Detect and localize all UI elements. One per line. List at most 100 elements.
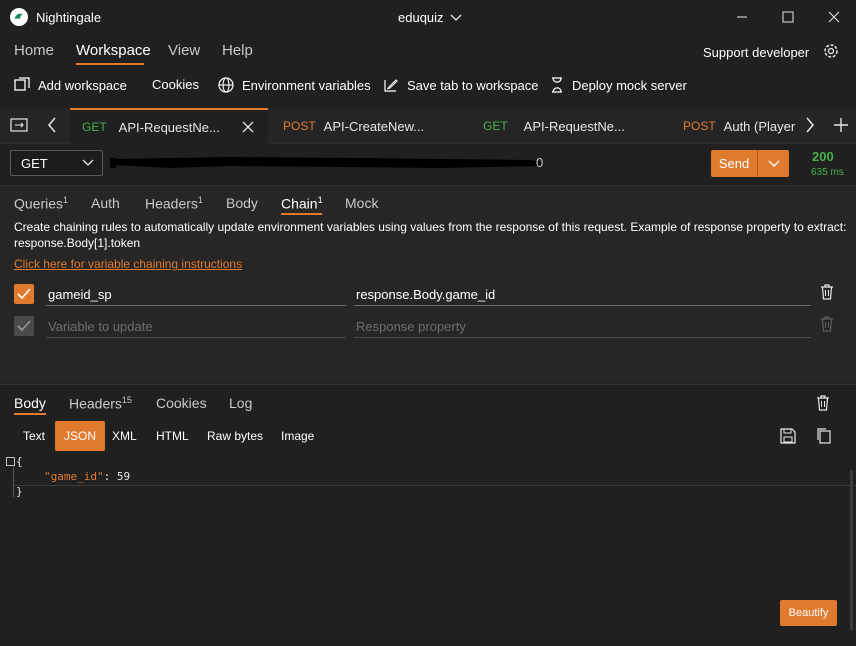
request-tab-1[interactable]: GET API-RequestNe... [70, 108, 268, 144]
method-select[interactable]: GET [10, 150, 103, 176]
close-tab-button[interactable] [242, 121, 254, 133]
response-tab-log[interactable]: Log [229, 395, 252, 411]
chain-description-line-1: Create chaining rules to automatically u… [14, 220, 847, 234]
url-visible-tail: 0 [536, 155, 544, 170]
send-options-button[interactable] [757, 150, 789, 177]
checkmark-icon [17, 320, 31, 332]
trash-icon [821, 284, 833, 300]
tab-auth[interactable]: Auth [91, 195, 120, 211]
fold-toggle[interactable] [6, 457, 15, 466]
request-tab-2[interactable]: POST API-CreateNew... [283, 108, 424, 144]
environment-variables-button[interactable]: Environment variables [218, 77, 371, 93]
tab-body[interactable]: Body [226, 195, 258, 211]
tab-method: POST [283, 119, 316, 133]
chevron-down-icon [82, 159, 94, 166]
format-html[interactable]: HTML [147, 421, 198, 451]
trash-icon [817, 395, 829, 411]
minimize-icon [737, 16, 747, 18]
tab-list-button[interactable] [10, 118, 28, 135]
tab-method: GET [483, 119, 508, 133]
workspace-name: eduquiz [398, 10, 444, 25]
url-input[interactable]: 0 [110, 150, 705, 176]
request-tab-3[interactable]: GET API-RequestNe... [483, 108, 625, 144]
new-tab-button[interactable] [833, 117, 849, 136]
response-body-viewer[interactable]: { "game_id": 59 } [6, 455, 856, 535]
menu-view[interactable]: View [168, 42, 200, 59]
save-icon [780, 428, 796, 444]
tab-mock[interactable]: Mock [345, 195, 378, 211]
new-chain-row-checkbox[interactable] [14, 316, 34, 336]
globe-icon [218, 77, 234, 93]
save-tab-button[interactable]: Save tab to workspace [383, 77, 539, 93]
send-button[interactable]: Send [711, 150, 757, 177]
response-time: 635 ms [811, 167, 844, 178]
gear-icon [824, 44, 838, 58]
json-value: 59 [116, 470, 131, 483]
format-raw-bytes[interactable]: Raw bytes [198, 421, 272, 451]
tab-chain-label: Chain [281, 195, 318, 212]
minimize-button[interactable] [730, 7, 754, 27]
app-name: Nightingale [36, 10, 102, 25]
redacted-url [110, 157, 544, 168]
plus-icon [834, 118, 848, 132]
new-property-input[interactable]: Response property [354, 316, 811, 338]
clear-response-button[interactable] [816, 395, 830, 414]
close-window-button[interactable] [822, 7, 846, 27]
tab-queries-count: 1 [63, 195, 69, 205]
tab-chain-count: 1 [317, 195, 323, 205]
chevron-right-icon [806, 117, 814, 133]
trash-icon [821, 316, 833, 332]
json-key: "game_id" [44, 470, 104, 483]
status-code: 200 [812, 149, 834, 164]
cookies-button[interactable]: Cookies [152, 77, 199, 92]
save-response-button[interactable] [780, 428, 796, 447]
scroll-tabs-right-button[interactable] [804, 117, 816, 136]
menu-workspace[interactable]: Workspace [76, 42, 151, 59]
chain-variable-input[interactable]: gameid_sp [46, 284, 346, 306]
delete-chain-row-button[interactable] [820, 284, 834, 303]
maximize-button[interactable] [776, 7, 800, 27]
format-image[interactable]: Image [272, 421, 323, 451]
tab-queries[interactable]: Queries1 [14, 195, 68, 212]
deploy-mock-server-button[interactable]: Deploy mock server [550, 77, 687, 93]
maximize-icon [782, 11, 794, 23]
checkmark-icon [17, 288, 31, 300]
tab-headers-label: Headers [145, 195, 198, 212]
scrollbar[interactable] [850, 470, 853, 630]
scroll-tabs-left-button[interactable] [46, 117, 58, 136]
menu-home[interactable]: Home [14, 42, 54, 59]
response-tab-headers[interactable]: Headers15 [69, 395, 132, 412]
tab-list-icon [10, 118, 28, 132]
response-tab-cookies[interactable]: Cookies [156, 395, 207, 411]
response-tab-headers-label: Headers [69, 395, 122, 412]
tab-headers[interactable]: Headers1 [145, 195, 203, 212]
add-workspace-button[interactable]: Add workspace [14, 77, 127, 93]
response-tab-body[interactable]: Body [14, 395, 46, 411]
add-workspace-icon [14, 77, 30, 91]
delete-new-chain-row-button[interactable] [820, 316, 834, 335]
support-developer-link[interactable]: Support developer [703, 45, 809, 60]
chain-instructions-link[interactable]: Click here for variable chaining instruc… [14, 257, 242, 271]
beautify-button[interactable]: Beautify [780, 600, 837, 626]
current-line-highlight [14, 485, 856, 486]
tab-queries-label: Queries [14, 195, 64, 212]
settings-button[interactable] [822, 42, 840, 63]
request-tab-4[interactable]: POST Auth (Player/a [683, 108, 795, 144]
format-text[interactable]: Text [14, 421, 54, 451]
format-xml[interactable]: XML [103, 421, 146, 451]
copy-icon [817, 428, 831, 444]
chain-property-input[interactable]: response.Body.game_id [354, 284, 811, 306]
tab-headers-count: 1 [197, 195, 203, 205]
workspace-switcher[interactable]: eduquiz [398, 10, 462, 25]
close-icon [242, 121, 254, 133]
menu-help[interactable]: Help [222, 42, 253, 59]
tab-chain[interactable]: Chain1 [281, 195, 323, 212]
chain-description: Create chaining rules to automatically u… [14, 219, 850, 251]
new-variable-input[interactable]: Variable to update [46, 316, 346, 338]
json-close-brace: } [16, 485, 23, 498]
cookies-label: Cookies [152, 77, 199, 92]
format-json[interactable]: JSON [55, 421, 106, 451]
chain-row-checkbox[interactable] [14, 284, 34, 304]
json-open-brace: { [16, 455, 23, 468]
copy-response-button[interactable] [816, 427, 832, 448]
